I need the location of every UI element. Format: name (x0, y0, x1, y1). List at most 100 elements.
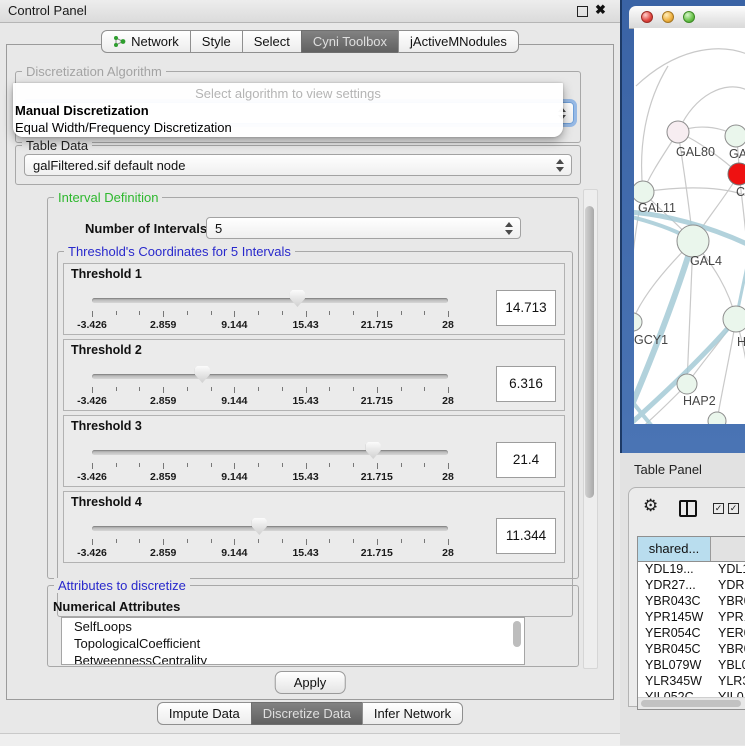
table-row[interactable]: YER054CYER0 (638, 626, 745, 642)
minimize-light-icon[interactable] (662, 11, 674, 23)
table-row[interactable]: YPR145WYPR1 (638, 610, 745, 626)
table-cell[interactable]: YDR2 (711, 578, 745, 594)
table-cell[interactable]: YBR0 (711, 642, 745, 658)
slider-track[interactable] (92, 526, 448, 531)
table-row[interactable]: YLR345WYLR3 (638, 674, 745, 690)
table-cell[interactable]: YBR043C (638, 594, 711, 610)
threshold-slider[interactable]: -3.4262.8599.14415.4321.71528 (64, 264, 564, 334)
tab-discretize-data[interactable]: Discretize Data (251, 702, 363, 725)
numerical-attributes-list[interactable]: SelfLoopsTopologicalCoefficientBetweenne… (61, 617, 525, 665)
algorithm-item-manual[interactable]: Manual Discretization (13, 103, 563, 120)
node-table[interactable]: shared...na YDL19...YDL1YDR27...YDR2YBR0… (637, 536, 745, 710)
table-hscrollbar[interactable] (638, 697, 745, 709)
network-node-gcy1[interactable] (634, 313, 642, 331)
network-node-gal80[interactable] (667, 121, 689, 143)
algorithm-item-equal-width[interactable]: Equal Width/Frequency Discretization (13, 120, 563, 137)
attribute-item-selfloops[interactable]: SelfLoops (62, 618, 524, 635)
table-data-combobox[interactable]: galFiltered.sif default node (24, 154, 572, 176)
table-cell[interactable]: YDR27... (638, 578, 711, 594)
table-row[interactable]: YBR043CYBR0 (638, 594, 745, 610)
network-node[interactable] (708, 412, 726, 424)
slider-tick (401, 311, 402, 315)
slider-handle[interactable] (366, 442, 381, 459)
table-cell[interactable]: YLR345W (638, 674, 711, 690)
slider-tick (139, 539, 140, 543)
table-cell[interactable]: YER054C (638, 626, 711, 642)
network-node-label: GAL80 (676, 145, 715, 159)
slider-track[interactable] (92, 450, 448, 455)
threshold-value-field[interactable]: 21.4 (496, 442, 556, 478)
tab-cyni-toolbox[interactable]: Cyni Toolbox (301, 30, 399, 53)
network-node-c[interactable] (728, 163, 745, 185)
tab-jactivemnodules[interactable]: jActiveMNodules (398, 30, 519, 53)
table-hscrollbar-thumb[interactable] (641, 700, 741, 707)
network-node-ga[interactable] (725, 125, 745, 147)
slider-tick (377, 311, 378, 317)
column-header-shared-[interactable]: shared... (638, 537, 711, 561)
table-row[interactable]: YDR27...YDR2 (638, 578, 745, 594)
network-graph[interactable]: GAL80GACGAL11GAL4HGCY1HAP2 (634, 28, 745, 424)
slider-tick (353, 387, 354, 391)
list-scrollbar-thumb[interactable] (513, 621, 521, 647)
panel-scrollbar-thumb[interactable] (585, 206, 594, 498)
attribute-item-betweennesscentrality[interactable]: BetweennessCentrality (62, 652, 524, 665)
slider-track[interactable] (92, 298, 448, 303)
checkbox-icon[interactable]: ✓ (713, 503, 724, 514)
tab-impute-data[interactable]: Impute Data (157, 702, 252, 725)
slider-track[interactable] (92, 374, 448, 379)
tab-style[interactable]: Style (190, 30, 243, 53)
network-node-h[interactable] (723, 306, 745, 332)
columns-icon[interactable] (679, 500, 697, 517)
slider-tick (92, 387, 93, 393)
table-cell[interactable]: YBL0 (711, 658, 745, 674)
threshold-slider[interactable]: -3.4262.8599.14415.4321.71528 (64, 492, 564, 562)
threshold-value-field[interactable]: 6.316 (496, 366, 556, 402)
float-icon[interactable] (577, 6, 588, 17)
attribute-item-topologicalcoefficient[interactable]: TopologicalCoefficient (62, 635, 524, 652)
threshold-slider[interactable]: -3.4262.8599.14415.4321.71528 (64, 340, 564, 410)
slider-tick (306, 539, 307, 545)
apply-button[interactable]: Apply (275, 671, 346, 694)
slider-tick (282, 387, 283, 391)
slider-tick (306, 311, 307, 317)
table-cell[interactable]: YPR1 (711, 610, 745, 626)
gear-icon[interactable]: ⚙ (643, 496, 658, 516)
slider-tick (116, 387, 117, 391)
zoom-light-icon[interactable] (683, 11, 695, 23)
close-light-icon[interactable] (641, 11, 653, 23)
number-of-intervals-combobox[interactable]: 5 (206, 217, 521, 239)
panel-scrollbar[interactable] (583, 189, 598, 669)
table-row[interactable]: YBR045CYBR0 (638, 642, 745, 658)
network-node-gal11[interactable] (634, 181, 654, 203)
table-cell[interactable]: YBR0 (711, 594, 745, 610)
network-node-gal4[interactable] (677, 225, 709, 257)
network-window-titlebar[interactable] (629, 6, 745, 29)
threshold-value-field[interactable]: 11.344 (496, 518, 556, 554)
table-cell[interactable]: YER0 (711, 626, 745, 642)
table-row[interactable]: YBL079WYBL0 (638, 658, 745, 674)
network-node-hap2[interactable] (677, 374, 697, 394)
threshold-slider[interactable]: -3.4262.8599.14415.4321.71528 (64, 416, 564, 486)
table-cell[interactable]: YBR045C (638, 642, 711, 658)
tab-infer-network[interactable]: Infer Network (362, 702, 463, 725)
network-nodes[interactable] (634, 121, 745, 424)
column-header-na[interactable]: na (711, 537, 745, 561)
slider-tick-label: 28 (442, 471, 454, 483)
table-row[interactable]: YDL19...YDL1 (638, 562, 745, 578)
table-cell[interactable]: YDL1 (711, 562, 745, 578)
threshold-value-field[interactable]: 14.713 (496, 290, 556, 326)
table-cell[interactable]: YBL079W (638, 658, 711, 674)
table-cell[interactable]: YLR3 (711, 674, 745, 690)
control-panel: Control Panel ✖ Discretization Algorithm… (0, 0, 620, 745)
checkbox-icon[interactable]: ✓ (728, 503, 739, 514)
table-cell[interactable]: YDL19... (638, 562, 711, 578)
slider-handle[interactable] (290, 290, 305, 307)
tab-network[interactable]: Network (101, 30, 191, 53)
tab-select[interactable]: Select (242, 30, 302, 53)
slider-handle[interactable] (252, 518, 267, 535)
table-cell[interactable]: YPR145W (638, 610, 711, 626)
close-icon[interactable]: ✖ (595, 2, 606, 18)
algorithm-prompt-item[interactable]: Select algorithm to view settings (13, 83, 563, 103)
slider-handle[interactable] (195, 366, 210, 383)
network-canvas[interactable]: GAL80GACGAL11GAL4HGCY1HAP2 (634, 28, 745, 424)
